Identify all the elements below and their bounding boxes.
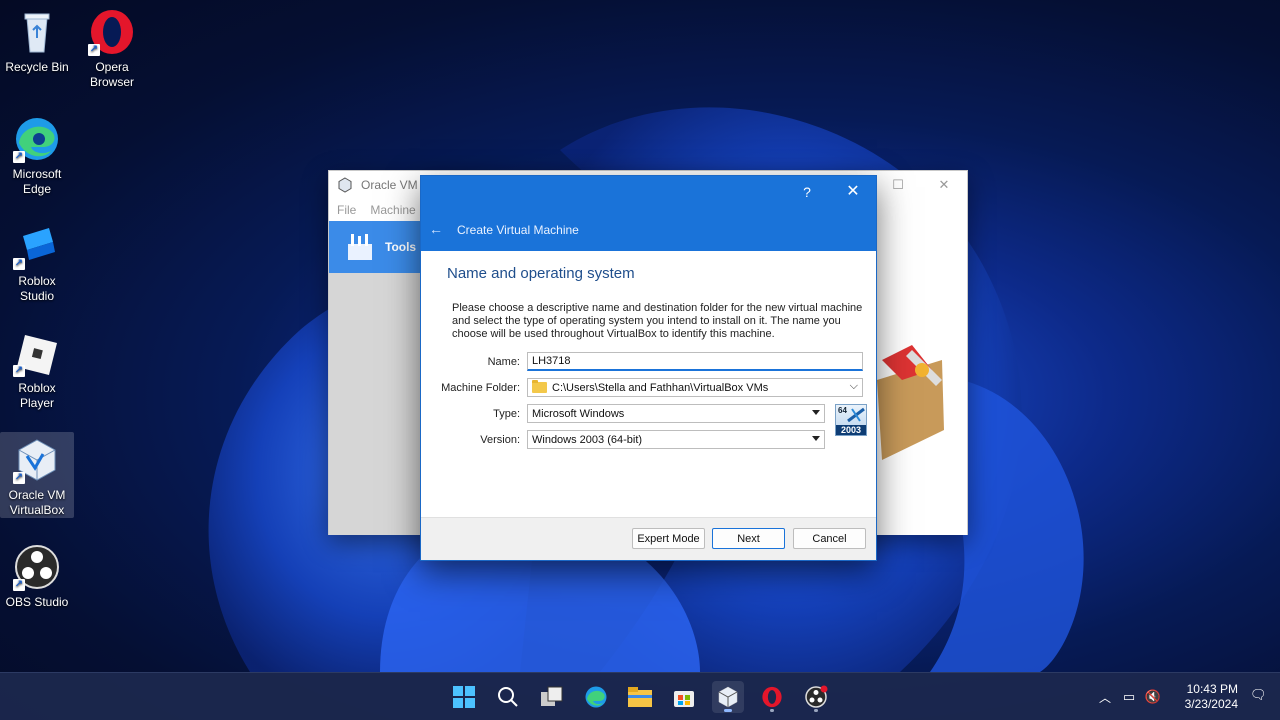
cancel-button[interactable]: Cancel [793, 528, 866, 549]
opera-icon: ↗ [88, 8, 136, 56]
help-button[interactable]: ? [792, 182, 822, 202]
taskbar-opera[interactable] [756, 681, 788, 713]
system-tray: ︿ ▭ 🔇 [1094, 673, 1164, 720]
name-input[interactable]: LH3718 [527, 352, 863, 371]
edge-icon [585, 686, 607, 708]
desktop-icon-recycle-bin[interactable]: Recycle Bin [0, 4, 74, 75]
shortcut-arrow-icon: ↗ [13, 472, 25, 484]
type-value: Microsoft Windows [532, 407, 625, 420]
clock-time: 10:43 PM [1186, 682, 1238, 696]
dialog-close-button[interactable]: ✕ [838, 182, 868, 202]
toolbox-illustration [877, 345, 944, 460]
desktop-icon-label: OBS Studio [5, 595, 69, 609]
start-button[interactable] [448, 681, 480, 713]
taskbar-virtualbox[interactable] [712, 681, 744, 713]
desktop-icon-label: Oracle VM VirtualBox [8, 488, 66, 517]
chevron-up-icon[interactable]: ︿ [1094, 689, 1116, 706]
desktop-icon-label: Opera Browser [89, 60, 134, 89]
desktop-icon-label: Roblox Studio [18, 274, 56, 303]
machine-folder-label: Machine Folder: [441, 381, 520, 394]
shortcut-arrow-icon: ↗ [13, 151, 25, 163]
desktop-icon-roblox-studio[interactable]: ↗ Roblox Studio [0, 218, 74, 304]
desktop-icon-label: Microsoft Edge [12, 167, 62, 196]
store-icon [674, 691, 694, 707]
page-description: Please choose a descriptive name and des… [452, 302, 863, 340]
windows-logo-icon [847, 407, 865, 423]
opera-icon [762, 686, 782, 708]
taskbar-file-explorer[interactable] [624, 681, 656, 713]
menu-machine[interactable]: Machine [370, 203, 415, 217]
shortcut-arrow-icon: ↗ [88, 44, 100, 56]
dialog-header: ? ✕ ← Create Virtual Machine [421, 176, 876, 251]
folder-icon [532, 380, 547, 393]
edge-icon: ↗ [13, 115, 61, 163]
taskbar-store[interactable] [668, 681, 700, 713]
roblox-player-icon: ↗ [13, 329, 61, 377]
taskbar-obs[interactable] [800, 681, 832, 713]
running-indicator [814, 709, 818, 712]
sidebar-item-tools[interactable]: Tools [329, 221, 421, 273]
back-arrow-icon[interactable]: ← [429, 221, 443, 237]
dialog-footer: Expert Mode Next Cancel [421, 517, 876, 560]
obs-icon [805, 685, 828, 708]
taskbar-clock[interactable]: 10:43 PM 3/23/2024 [1185, 682, 1238, 712]
clock-date: 3/23/2024 [1184, 697, 1238, 711]
desktop-icon-roblox-player[interactable]: ↗ Roblox Player [0, 325, 74, 411]
shortcut-arrow-icon: ↗ [13, 258, 25, 270]
desktop-icon-obs[interactable]: ↗ OBS Studio [0, 539, 74, 610]
roblox-studio-icon: ↗ [13, 222, 61, 270]
manager-sidebar: Tools [329, 221, 421, 535]
desktop-icon-label: Recycle Bin [5, 60, 69, 74]
desktop-icon-edge[interactable]: ↗ Microsoft Edge [0, 111, 74, 197]
os-badge-bottom: 2003 [836, 425, 866, 435]
page-title: Name and operating system [447, 265, 635, 282]
tools-label: Tools [385, 240, 417, 254]
virtualbox-icon [718, 686, 738, 708]
machine-folder-select[interactable]: C:\Users\Stella and Fathhan\VirtualBox V… [527, 378, 863, 397]
desktop-icon-virtualbox[interactable]: ↗ Oracle VM VirtualBox [0, 432, 74, 518]
running-indicator [770, 709, 774, 712]
menu-file[interactable]: File [337, 203, 356, 217]
expert-mode-button[interactable]: Expert Mode [632, 528, 705, 549]
shortcut-arrow-icon: ↗ [13, 365, 25, 377]
manager-title: Oracle VM V [361, 178, 430, 192]
obs-icon: ↗ [13, 543, 61, 591]
shortcut-arrow-icon: ↗ [13, 579, 25, 591]
task-view-button[interactable] [536, 681, 568, 713]
search-icon [498, 687, 518, 707]
recycle-bin-icon [13, 8, 61, 56]
tools-icon [348, 234, 372, 260]
version-select[interactable]: Windows 2003 (64-bit) [527, 430, 825, 449]
dropdown-arrow-icon [812, 410, 820, 415]
version-value: Windows 2003 (64-bit) [532, 433, 643, 446]
maximize-button[interactable]: ☐ [875, 171, 921, 199]
file-explorer-icon [628, 687, 652, 707]
network-icon[interactable]: ▭ [1116, 689, 1142, 705]
task-view-icon [541, 686, 563, 706]
windows-start-icon [453, 686, 475, 708]
chevron-down-icon: ⌵ [849, 380, 858, 392]
dropdown-arrow-icon [812, 436, 820, 441]
virtualbox-icon: ↗ [13, 436, 61, 484]
virtualbox-icon [338, 177, 352, 193]
taskbar: ︿ ▭ 🔇 10:43 PM 3/23/2024 🗨 [0, 672, 1280, 720]
name-value: LH3718 [532, 355, 571, 367]
name-label: Name: [487, 355, 520, 368]
notification-icon[interactable]: 🗨 [1250, 687, 1267, 703]
dialog-caption: Create Virtual Machine [457, 223, 579, 237]
type-select[interactable]: Microsoft Windows [527, 404, 825, 423]
desktop-icon-opera[interactable]: ↗ Opera Browser [75, 4, 149, 90]
version-label: Version: [480, 433, 520, 446]
close-button[interactable]: ✕ [921, 171, 967, 199]
desktop-icon-label: Roblox Player [18, 381, 56, 410]
create-vm-dialog[interactable]: ? ✕ ← Create Virtual Machine Name and op… [420, 175, 877, 561]
speaker-muted-icon[interactable]: 🔇 [1142, 689, 1164, 705]
type-label: Type: [493, 407, 520, 420]
machine-folder-value: C:\Users\Stella and Fathhan\VirtualBox V… [552, 381, 769, 394]
running-indicator [724, 709, 732, 712]
next-button[interactable]: Next [712, 528, 785, 549]
taskbar-edge[interactable] [580, 681, 612, 713]
taskbar-search-button[interactable] [492, 681, 524, 713]
os-type-icon: 64 2003 [835, 404, 867, 436]
